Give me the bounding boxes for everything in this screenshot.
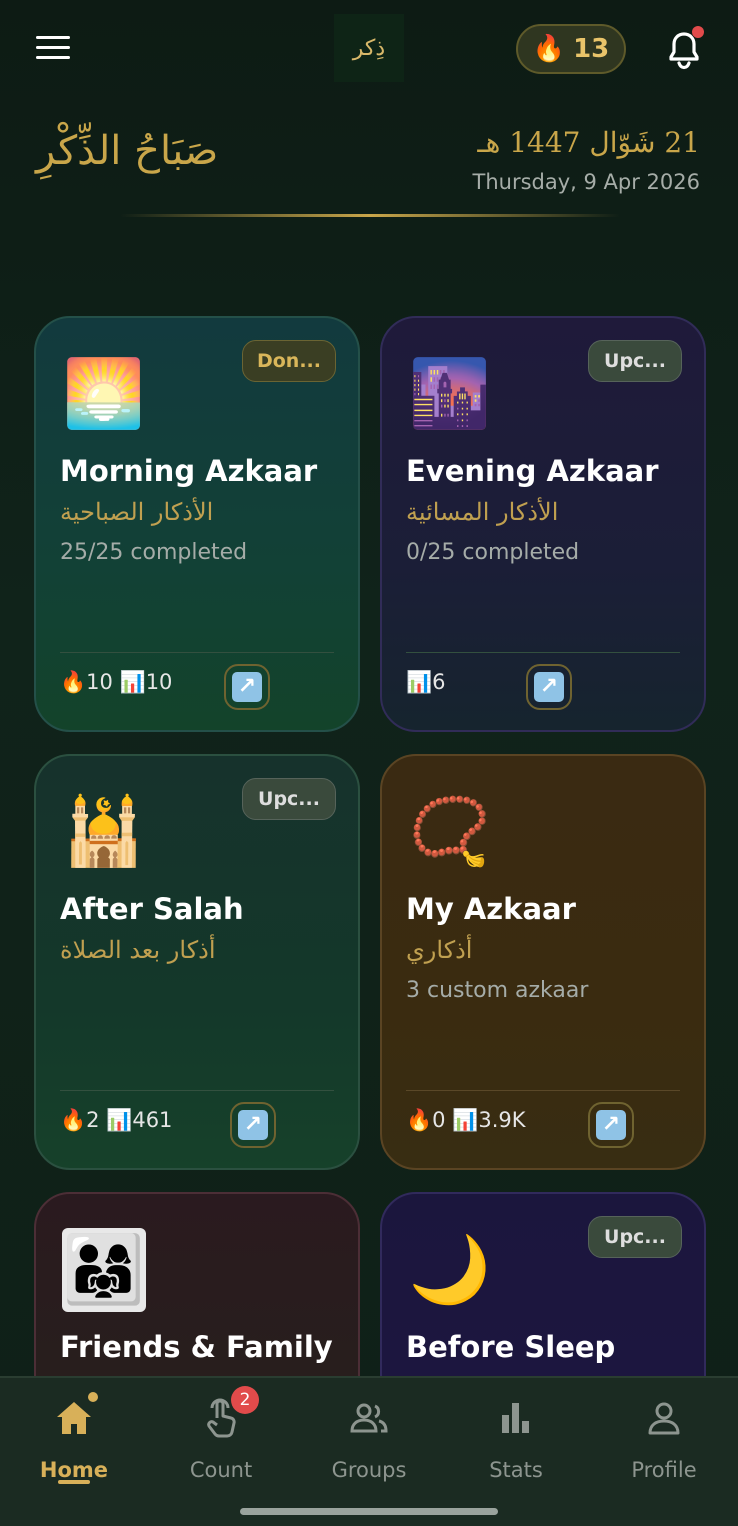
nav-groups[interactable]: Groups xyxy=(309,1392,429,1502)
card-subtitle: 3 custom azkaar xyxy=(406,978,589,1003)
card-divider xyxy=(60,652,334,653)
card-progress: 0/25 completed xyxy=(406,540,580,565)
status-badge: Don... xyxy=(242,340,336,382)
card-evening-azkaar[interactable]: 🌆 Upc... Evening Azkaar الأذكار المسائية… xyxy=(380,316,706,732)
card-my-azkaar[interactable]: 📿 My Azkaar أذكاري 3 custom azkaar 🔥0 📊3… xyxy=(380,754,706,1170)
card-divider xyxy=(406,1090,680,1091)
bottom-nav: Home 2 Count Groups Stats Profile xyxy=(0,1376,738,1526)
top-bar: ذِكر 🔥 13 xyxy=(0,0,738,100)
card-arabic-title: الأذكار المسائية xyxy=(406,498,559,526)
status-badge: Upc... xyxy=(588,340,682,382)
nav-home[interactable]: Home xyxy=(14,1392,134,1502)
groups-icon xyxy=(347,1396,391,1440)
streak-count: 13 xyxy=(573,34,610,64)
card-morning-azkaar[interactable]: 🌅 Don... Morning Azkaar الأذكار الصباحية… xyxy=(34,316,360,732)
active-nav-indicator xyxy=(58,1480,90,1484)
app-logo: ذِكر xyxy=(334,14,404,82)
nav-label: Stats xyxy=(489,1458,543,1482)
card-stats: 🔥10 📊10 xyxy=(60,670,173,694)
sunrise-icon: 🌅 xyxy=(62,355,146,432)
open-card-button[interactable]: ↗ xyxy=(588,1102,634,1148)
card-title: Before Sleep xyxy=(406,1330,616,1364)
status-badge: Upc... xyxy=(242,778,336,820)
open-card-button[interactable]: ↗ xyxy=(526,664,572,710)
nav-count[interactable]: 2 Count xyxy=(161,1386,281,1502)
open-card-button[interactable]: ↗ xyxy=(230,1102,276,1148)
app-screen: ذِكر 🔥 13 صَبَاحُ الذِّكْرِ 21 شَوّال 14… xyxy=(0,0,738,1526)
nav-label: Home xyxy=(39,1458,109,1482)
nav-label: Count xyxy=(189,1458,253,1482)
card-after-salah[interactable]: 🕌 Upc... After Salah أذكار بعد الصلاة 🔥2… xyxy=(34,754,360,1170)
prayer-beads-icon: 📿 xyxy=(408,793,492,870)
gold-divider xyxy=(120,214,620,217)
card-stats: 🔥2 📊461 xyxy=(60,1108,173,1132)
nav-dot xyxy=(88,1392,98,1402)
card-stats: 📊6 xyxy=(406,670,446,694)
status-badge: Upc... xyxy=(588,1216,682,1258)
arrow-up-right-icon: ↗ xyxy=(232,672,262,702)
nav-label: Profile xyxy=(631,1458,697,1482)
count-badge: 2 xyxy=(231,1386,259,1414)
card-title: Friends & Family xyxy=(60,1330,333,1364)
streak-pill[interactable]: 🔥 13 xyxy=(516,24,626,74)
card-stats: 🔥0 📊3.9K xyxy=(406,1108,526,1132)
nav-stats[interactable]: Stats xyxy=(456,1392,576,1502)
arrow-up-right-icon: ↗ xyxy=(534,672,564,702)
card-arabic-title: أذكاري xyxy=(406,936,473,964)
gregorian-date: Thursday, 9 Apr 2026 xyxy=(472,170,700,194)
card-arabic-title: أذكار بعد الصلاة xyxy=(60,936,216,964)
flame-icon: 🔥 xyxy=(532,34,566,64)
mosque-icon: 🕌 xyxy=(62,793,146,870)
crescent-moon-icon: 🌙 xyxy=(408,1231,492,1308)
menu-icon[interactable] xyxy=(36,36,70,62)
stats-icon xyxy=(494,1396,538,1440)
notifications-button[interactable] xyxy=(662,26,706,72)
card-arabic-title: الأذكار الصباحية xyxy=(60,498,214,526)
nav-profile[interactable]: Profile xyxy=(604,1392,724,1502)
hijri-date: 21 شَوّال 1447 هـ xyxy=(477,126,700,159)
greeting-arabic: صَبَاحُ الذِّكْرِ xyxy=(36,128,219,174)
profile-icon xyxy=(642,1396,686,1440)
card-progress: 25/25 completed xyxy=(60,540,248,565)
family-icon: 👨‍👩‍👧 xyxy=(62,1228,146,1312)
home-icon xyxy=(52,1392,98,1440)
card-title: Morning Azkaar xyxy=(60,454,318,488)
nav-label: Groups xyxy=(331,1458,407,1482)
notification-dot xyxy=(692,26,704,38)
city-night-icon: 🌆 xyxy=(408,355,492,432)
arrow-up-right-icon: ↗ xyxy=(238,1110,268,1140)
card-title: Evening Azkaar xyxy=(406,454,659,488)
card-title: My Azkaar xyxy=(406,892,576,926)
card-divider xyxy=(60,1090,334,1091)
tap-icon: 2 xyxy=(199,1386,259,1440)
open-card-button[interactable]: ↗ xyxy=(224,664,270,710)
card-divider xyxy=(406,652,680,653)
card-title: After Salah xyxy=(60,892,244,926)
arrow-up-right-icon: ↗ xyxy=(596,1110,626,1140)
home-indicator[interactable] xyxy=(240,1508,498,1515)
